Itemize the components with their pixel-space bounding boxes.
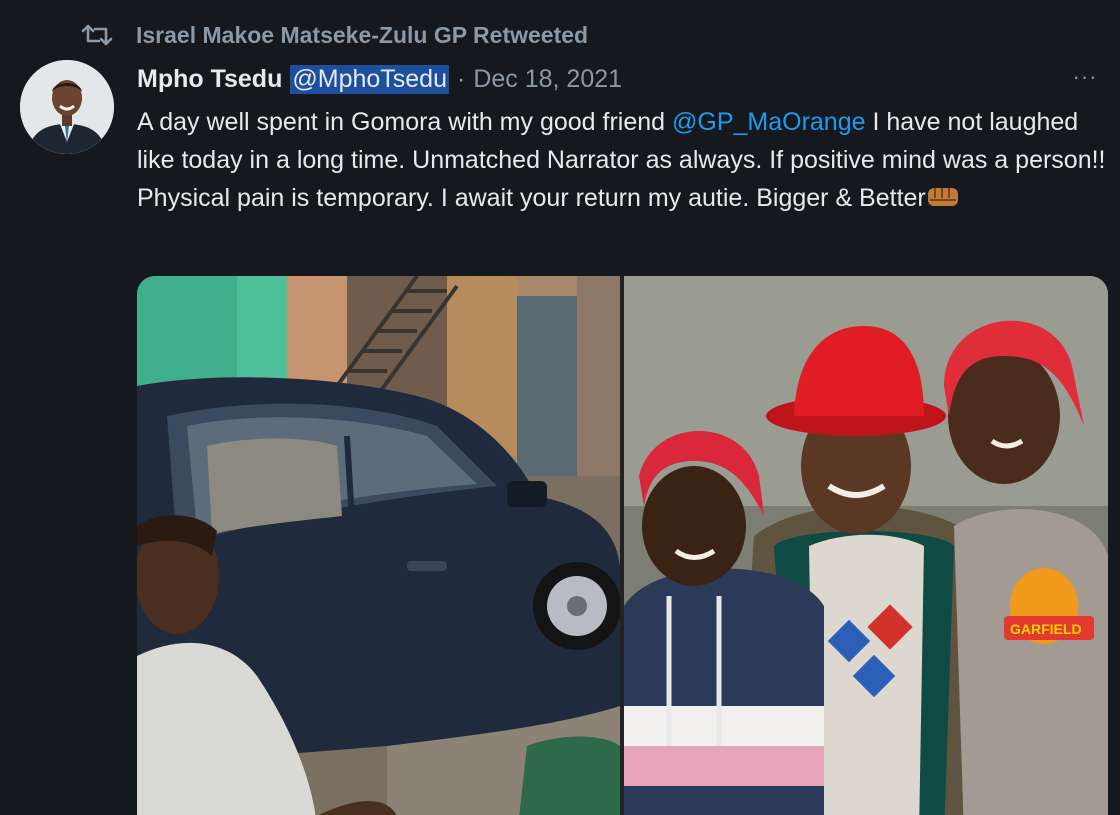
tweet-text-part1: A day well spent in Gomora with my good …	[137, 108, 672, 136]
tweet-date[interactable]: Dec 18, 2021	[473, 65, 622, 94]
author-name[interactable]: Mpho Tsedu	[137, 65, 282, 94]
family-portrait-photo[interactable]: GARFIELD	[624, 276, 1108, 815]
fist-bump-icon	[927, 188, 958, 206]
media-grid[interactable]: GARFIELD	[137, 276, 1108, 815]
header-separator: ·	[457, 64, 466, 93]
avatar-image	[20, 60, 114, 154]
author-handle[interactable]: @MphoTsedu	[290, 64, 449, 94]
avatar[interactable]	[20, 60, 114, 154]
more-options-icon[interactable]: ···	[1068, 62, 1102, 92]
retweet-label[interactable]: Israel Makoe Matseke-Zulu GP Retweeted	[136, 22, 588, 49]
mention-link[interactable]: @GP_MaOrange	[672, 108, 866, 136]
photo-family-image: GARFIELD	[624, 276, 1108, 815]
tweet-card[interactable]: Israel Makoe Matseke-Zulu GP Retweeted M…	[0, 0, 1120, 815]
retweet-context[interactable]: Israel Makoe Matseke-Zulu GP Retweeted	[80, 20, 588, 50]
tweet-header: Mpho Tsedu @MphoTsedu · Dec 18, 2021	[137, 62, 622, 96]
tweet-text: A day well spent in Gomora with my good …	[137, 103, 1107, 217]
man-beside-car-photo[interactable]	[137, 276, 620, 815]
retweet-icon	[81, 24, 113, 46]
photo-man-car-image	[137, 276, 620, 815]
shirt-text: GARFIELD	[1010, 621, 1082, 637]
